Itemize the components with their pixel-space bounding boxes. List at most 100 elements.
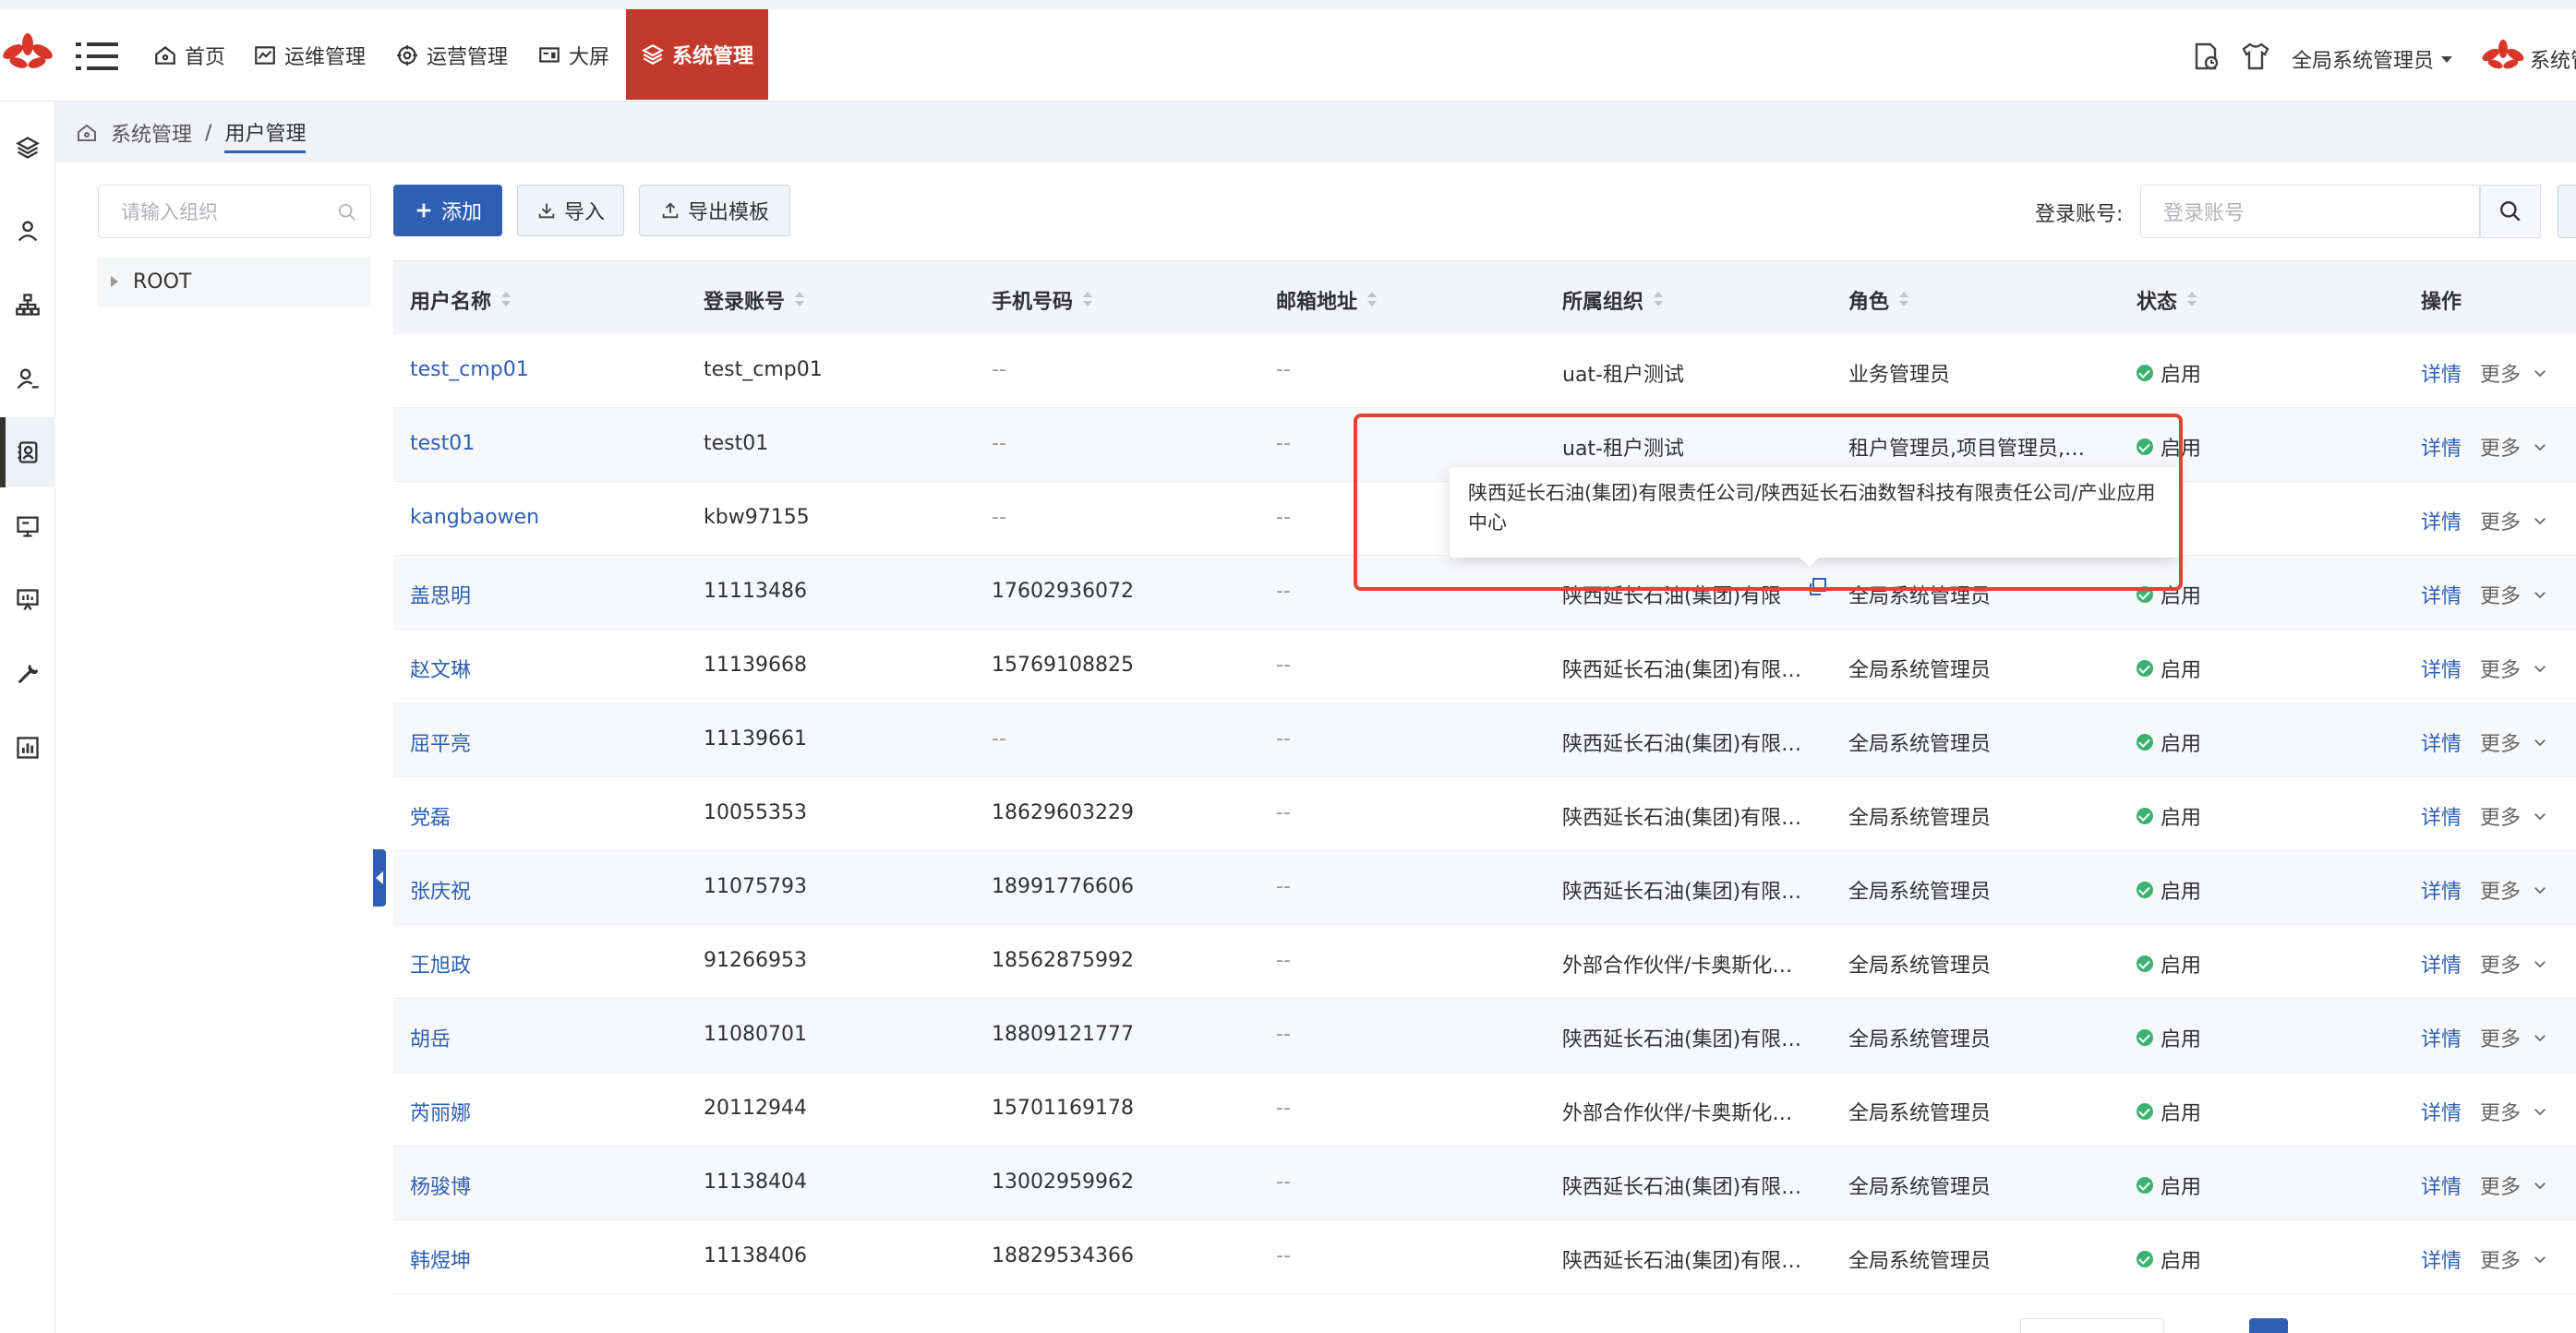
column-header-phone[interactable]: 手机号码: [992, 285, 1093, 315]
user-name[interactable]: 系统管: [2530, 44, 2576, 74]
sort-icon[interactable]: [1653, 292, 1664, 308]
cell-username[interactable]: 杨骏博: [410, 1171, 471, 1200]
more-dropdown[interactable]: 更多: [2480, 727, 2548, 757]
column-header-username[interactable]: 用户名称: [410, 285, 512, 315]
more-dropdown[interactable]: 更多: [2480, 801, 2548, 831]
more-dropdown[interactable]: 更多: [2480, 506, 2548, 535]
rail-monitor[interactable]: [9, 508, 46, 545]
rail-tools[interactable]: [9, 655, 46, 692]
more-dropdown[interactable]: 更多: [2480, 1171, 2548, 1200]
cell-username[interactable]: 王旭政: [410, 949, 471, 979]
breadcrumb-parent[interactable]: 系统管理: [111, 118, 192, 148]
rail-contacts[interactable]: [9, 434, 46, 471]
detail-link[interactable]: 详情: [2421, 654, 2462, 683]
column-header-org[interactable]: 所属组织: [1562, 285, 1664, 315]
detail-link[interactable]: 详情: [2421, 949, 2462, 979]
cell-username[interactable]: kangbaowen: [410, 506, 539, 529]
more-dropdown[interactable]: 更多: [2480, 1097, 2548, 1126]
detail-link[interactable]: 详情: [2421, 801, 2462, 831]
detail-link[interactable]: 详情: [2421, 506, 2462, 535]
table-row[interactable]: 杨骏博 11138404 13002959962 -- 陕西延长石油(集团)有限… 全局系…: [393, 1147, 2576, 1220]
rail-user-settings[interactable]: [9, 360, 46, 397]
cell-username[interactable]: test_cmp01: [410, 358, 529, 381]
table-row[interactable]: 赵文琳 11139668 15769108825 -- 陕西延长石油(集团)有限… 全局系…: [393, 630, 2576, 703]
tree-node-root[interactable]: ROOT: [98, 257, 371, 306]
more-dropdown[interactable]: 更多: [2480, 654, 2548, 683]
detail-link[interactable]: 详情: [2421, 580, 2462, 609]
user-role-dropdown[interactable]: 全局系统管理员: [2292, 44, 2453, 74]
column-header-status[interactable]: 状态: [2137, 285, 2197, 315]
home-icon[interactable]: [76, 122, 98, 144]
detail-link[interactable]: 详情: [2421, 1097, 2462, 1126]
table-row[interactable]: 党磊 10055353 18629603229 -- 陕西延长石油(集团)有限… 全局系统…: [393, 777, 2576, 851]
detail-link[interactable]: 详情: [2421, 727, 2462, 757]
nav-ops-management[interactable]: 运维管理: [253, 37, 366, 74]
cell-username[interactable]: 盖思明: [410, 580, 471, 609]
detail-link[interactable]: 详情: [2421, 432, 2462, 462]
more-dropdown[interactable]: 更多: [2480, 1023, 2548, 1052]
more-dropdown[interactable]: 更多: [2480, 1244, 2548, 1274]
rail-layers[interactable]: [9, 129, 46, 166]
cell-username[interactable]: 屈平亮: [410, 727, 471, 757]
rail-org[interactable]: [9, 286, 46, 323]
cell-username[interactable]: 赵文琳: [410, 654, 471, 683]
page-size-select[interactable]: [2020, 1318, 2164, 1333]
expand-caret-icon[interactable]: [111, 276, 118, 287]
table-row[interactable]: 屈平亮 11139661 -- -- 陕西延长石油(集团)有限… 全局系统管理员 启用 详情更…: [393, 703, 2576, 777]
theme-shirt-icon[interactable]: [2240, 41, 2271, 72]
sort-icon[interactable]: [2186, 292, 2197, 308]
import-button[interactable]: 导入: [517, 185, 624, 236]
more-dropdown[interactable]: 更多: [2480, 949, 2548, 979]
detail-link[interactable]: 详情: [2421, 875, 2462, 905]
detail-link[interactable]: 详情: [2421, 1171, 2462, 1200]
advanced-search-button[interactable]: [2558, 185, 2576, 238]
table-row[interactable]: 张庆祝 11075793 18991776606 -- 陕西延长石油(集团)有限… 全局系…: [393, 851, 2576, 925]
detail-link[interactable]: 详情: [2421, 1244, 2462, 1274]
account-search-input[interactable]: 登录账号: [2140, 185, 2480, 238]
nav-system-management[interactable]: 系统管理: [626, 9, 768, 100]
column-header-role[interactable]: 角色: [1848, 285, 1909, 315]
search-button[interactable]: [2480, 185, 2541, 238]
sort-icon[interactable]: [1082, 292, 1093, 308]
more-dropdown[interactable]: 更多: [2480, 875, 2548, 905]
rail-reports[interactable]: [9, 729, 46, 766]
breadcrumb-current[interactable]: 用户管理: [224, 117, 307, 153]
table-row[interactable]: 王旭政 91266953 18562875992 -- 外部合作伙伴/卡奥斯化… 全局系统…: [393, 925, 2576, 999]
pagination-current-page[interactable]: [2249, 1318, 2288, 1333]
sort-icon[interactable]: [1366, 292, 1378, 308]
cell-username[interactable]: 党磊: [410, 801, 451, 831]
table-row[interactable]: test_cmp01 test_cmp01 -- -- uat-租户测试 业务管理员 启用 详…: [393, 334, 2576, 408]
sort-icon[interactable]: [794, 292, 805, 308]
table-row[interactable]: 胡岳 11080701 18809121777 -- 陕西延长石油(集团)有限… 全局系统…: [393, 999, 2576, 1073]
nav-big-screen[interactable]: 大屏: [537, 37, 609, 74]
cell-username[interactable]: 张庆祝: [410, 875, 471, 905]
sort-icon[interactable]: [1898, 292, 1909, 308]
more-dropdown[interactable]: 更多: [2480, 432, 2548, 462]
table-row[interactable]: 芮丽娜 20112944 15701169178 -- 外部合作伙伴/卡奥斯化… 全局系统…: [393, 1073, 2576, 1147]
cell-username[interactable]: 胡岳: [410, 1023, 451, 1052]
nav-operations-management[interactable]: 运营管理: [395, 37, 508, 74]
more-dropdown[interactable]: 更多: [2480, 358, 2548, 388]
more-dropdown[interactable]: 更多: [2480, 580, 2548, 609]
org-search-input[interactable]: 请输入组织: [98, 185, 371, 238]
cell-username[interactable]: 韩煜坤: [410, 1244, 471, 1274]
avatar[interactable]: [2480, 37, 2526, 78]
column-header-email[interactable]: 邮箱地址: [1276, 285, 1378, 315]
table-row[interactable]: 韩煜坤 11138406 18829534366 -- 陕西延长石油(集团)有限… 全局系…: [393, 1220, 2576, 1294]
row-actions: 详情 更多: [2421, 949, 2548, 979]
document-clock-icon[interactable]: [2190, 41, 2221, 72]
sidebar-collapse-handle[interactable]: [373, 849, 386, 907]
detail-link[interactable]: 详情: [2421, 1023, 2462, 1052]
rail-presentation[interactable]: [9, 582, 46, 618]
menu-toggle-icon[interactable]: [76, 41, 118, 72]
column-header-account[interactable]: 登录账号: [704, 285, 805, 315]
nav-home[interactable]: 首页: [153, 37, 225, 74]
company-logo[interactable]: [0, 31, 55, 78]
add-user-button[interactable]: 添加: [393, 185, 502, 236]
rail-user[interactable]: [9, 212, 46, 249]
cell-username[interactable]: 芮丽娜: [410, 1097, 471, 1126]
cell-username[interactable]: test01: [410, 432, 475, 455]
detail-link[interactable]: 详情: [2421, 358, 2462, 388]
export-template-button[interactable]: 导出模板: [639, 185, 790, 236]
sort-icon[interactable]: [500, 292, 512, 308]
